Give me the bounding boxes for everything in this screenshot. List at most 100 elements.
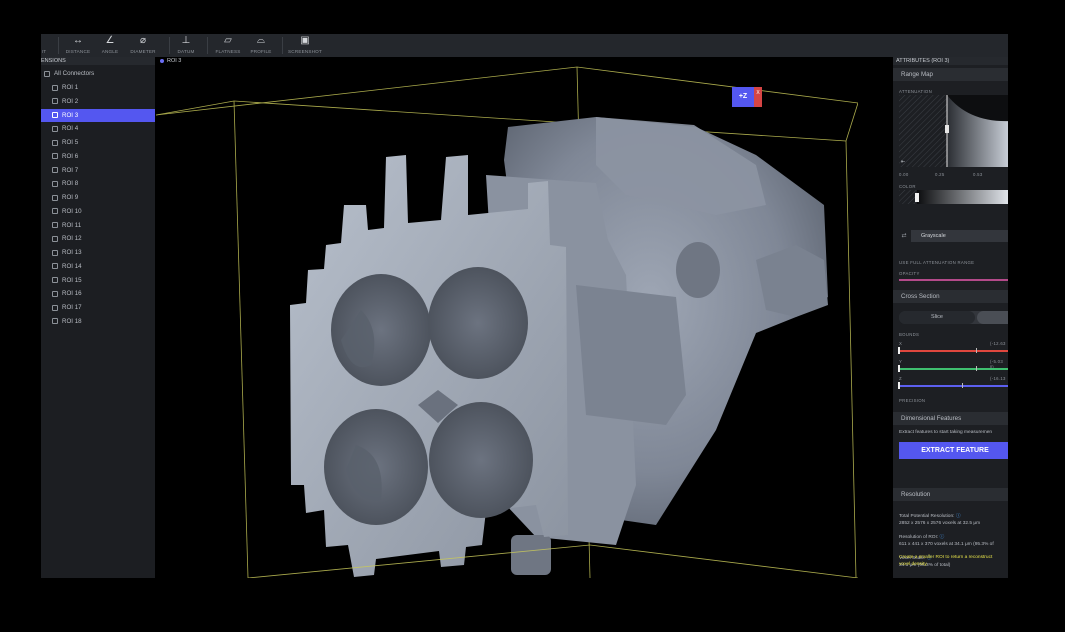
cube-icon: [52, 277, 58, 283]
sidebar-item-roi-1[interactable]: ROI 1: [41, 81, 155, 94]
3d-viewport[interactable]: +Z X: [156, 65, 858, 578]
sidebar-item-label: ROI 2: [62, 97, 79, 105]
cube-icon: [52, 304, 58, 311]
volume-render[interactable]: [156, 65, 858, 578]
datum-icon: ⊥: [181, 35, 191, 46]
tool-label: IT: [41, 49, 47, 54]
swap-icon[interactable]: ⇄: [899, 230, 909, 242]
sidebar-item-label: ROI 15: [62, 276, 82, 284]
opacity-slider[interactable]: [899, 279, 1008, 281]
screenshot-icon: ▣: [300, 35, 310, 46]
sidebar-item-all-connectors[interactable]: All Connectors: [41, 67, 155, 80]
note-line-2: voxel density.: [899, 562, 928, 567]
tool-label: ANGLE: [101, 49, 119, 54]
color-ramp[interactable]: [899, 190, 1008, 204]
sidebar-item-roi-7[interactable]: ROI 7: [41, 164, 155, 177]
toolbar-divider: [282, 37, 283, 54]
colormap-select[interactable]: ⇄ Grayscale: [899, 230, 1008, 246]
color-label: COLOR: [899, 184, 916, 189]
sidebar-header: ENSIONS: [41, 57, 155, 65]
sidebar-item-label: ROI 12: [62, 235, 82, 243]
sidebar-item-roi-4[interactable]: ROI 4: [41, 122, 155, 135]
extract-features-button[interactable]: EXTRACT FEATURE: [899, 442, 1008, 459]
cube-icon: [52, 208, 58, 215]
cube-icon: [52, 263, 58, 270]
tool-label: DATUM: [177, 49, 195, 54]
sidebar-item-label: ROI 10: [62, 207, 82, 215]
cube-icon: [52, 180, 58, 187]
sidebar-item-roi-16[interactable]: ROI 16: [41, 287, 155, 300]
sidebar-item-roi-12[interactable]: ROI 12: [41, 232, 155, 245]
cube-icon: [52, 112, 58, 118]
attenuation-tick-0: 0.00: [899, 172, 909, 177]
full-range-label[interactable]: USE FULL ATTENUATION RANGE: [899, 260, 974, 265]
bound-x-label: X: [899, 341, 903, 346]
cube-icon: [52, 235, 58, 242]
sidebar-item-roi-11[interactable]: ROI 11: [41, 219, 155, 232]
colormap-value[interactable]: Grayscale: [911, 230, 1008, 242]
cube-icon: [52, 290, 58, 297]
bound-z-handle-min[interactable]: [898, 382, 900, 389]
roi-resolution-label: Resolution of ROI: ⓘ: [899, 535, 944, 541]
sidebar-item-roi-6[interactable]: ROI 6: [41, 150, 155, 163]
viewport-header: ROI 3: [156, 57, 858, 65]
opacity-label: OPACITY: [899, 271, 920, 276]
sidebar-item-roi-9[interactable]: ROI 9: [41, 191, 155, 204]
sidebar-item-label: ROI 14: [62, 262, 82, 270]
tool-diameter[interactable]: ⌀ DIAMETER: [129, 34, 157, 57]
bound-x-handle-min[interactable]: [898, 347, 900, 354]
tool-label: DIAMETER: [130, 49, 156, 54]
cross-section-mode[interactable]: Slice: [899, 311, 1008, 324]
cube-icon: [52, 84, 58, 91]
diameter-icon: ⌀: [139, 35, 147, 46]
gizmo-z-face[interactable]: +Z: [732, 87, 754, 107]
attenuation-tick-2: 0.53: [973, 172, 983, 177]
sidebar-item-roi-8[interactable]: ROI 8: [41, 177, 155, 190]
cavity-bottom-right: [429, 402, 533, 518]
sidebar-item-label: ROI 17: [62, 304, 82, 311]
sidebar-item-label: All Connectors: [54, 70, 95, 77]
sidebar-item-roi-2[interactable]: ROI 2: [41, 95, 155, 108]
info-icon[interactable]: ⓘ: [956, 514, 961, 519]
sidebar-item-roi-5[interactable]: ROI 5: [41, 136, 155, 149]
sidebar-item-roi-3[interactable]: ROI 3: [41, 108, 155, 122]
bound-y-slider[interactable]: [899, 368, 1008, 370]
bound-x-slider[interactable]: [899, 350, 1008, 352]
viewport-title: ROI 3: [167, 58, 182, 64]
bound-z-slider[interactable]: [899, 385, 1008, 387]
sidebar-item-roi-17[interactable]: ROI 17: [41, 301, 155, 314]
tool-profile[interactable]: ⌓ PROFILE: [248, 34, 274, 57]
sidebar-item-roi-13[interactable]: ROI 13: [41, 246, 155, 259]
mode-other[interactable]: [977, 311, 1008, 324]
connector-pin-stub: [511, 535, 551, 575]
attenuation-tick-1: 0.25: [935, 172, 945, 177]
gizmo-x-face[interactable]: X: [754, 87, 762, 107]
orientation-gizmo[interactable]: +Z X: [732, 87, 762, 107]
tool-edit[interactable]: IT: [41, 34, 51, 57]
section-dimensional-features[interactable]: Dimensional Features: [893, 412, 1008, 425]
bound-y-handle-min[interactable]: [898, 365, 900, 372]
section-range-map[interactable]: Range Map: [893, 68, 1008, 81]
tool-distance[interactable]: ↔ DISTANCE: [64, 34, 92, 57]
total-resolution-label-text: Total Potential Resolution:: [899, 514, 955, 519]
sidebar-item-roi-14[interactable]: ROI 14: [41, 260, 155, 273]
note-line-1: Create a smaller ROI to return a reconst…: [899, 555, 993, 560]
tool-flatness[interactable]: ▱ FLATNESS: [214, 34, 242, 57]
tool-angle[interactable]: ∠ ANGLE: [99, 34, 121, 57]
section-resolution[interactable]: Resolution: [893, 488, 1008, 501]
mode-slice[interactable]: Slice: [899, 311, 975, 324]
sidebar-item-roi-10[interactable]: ROI 10: [41, 205, 155, 218]
sidebar-item-label: ROI 7: [62, 166, 79, 174]
cavity-top-left: [331, 274, 431, 386]
attenuation-histogram[interactable]: ⇤: [899, 95, 1008, 173]
sidebar-item-roi-15[interactable]: ROI 15: [41, 274, 155, 287]
profile-icon: ⌓: [257, 35, 265, 46]
info-icon[interactable]: ⓘ: [940, 535, 945, 540]
connector-lock-block: [576, 285, 686, 425]
cube-icon: [52, 194, 58, 201]
tool-screenshot[interactable]: ▣ SCREENSHOT: [287, 34, 323, 57]
section-cross-section[interactable]: Cross Section: [893, 290, 1008, 303]
sidebar-item-label: ROI 1: [62, 84, 79, 91]
sidebar-item-roi-18[interactable]: ROI 18: [41, 315, 155, 328]
tool-datum[interactable]: ⊥ DATUM: [175, 34, 197, 57]
